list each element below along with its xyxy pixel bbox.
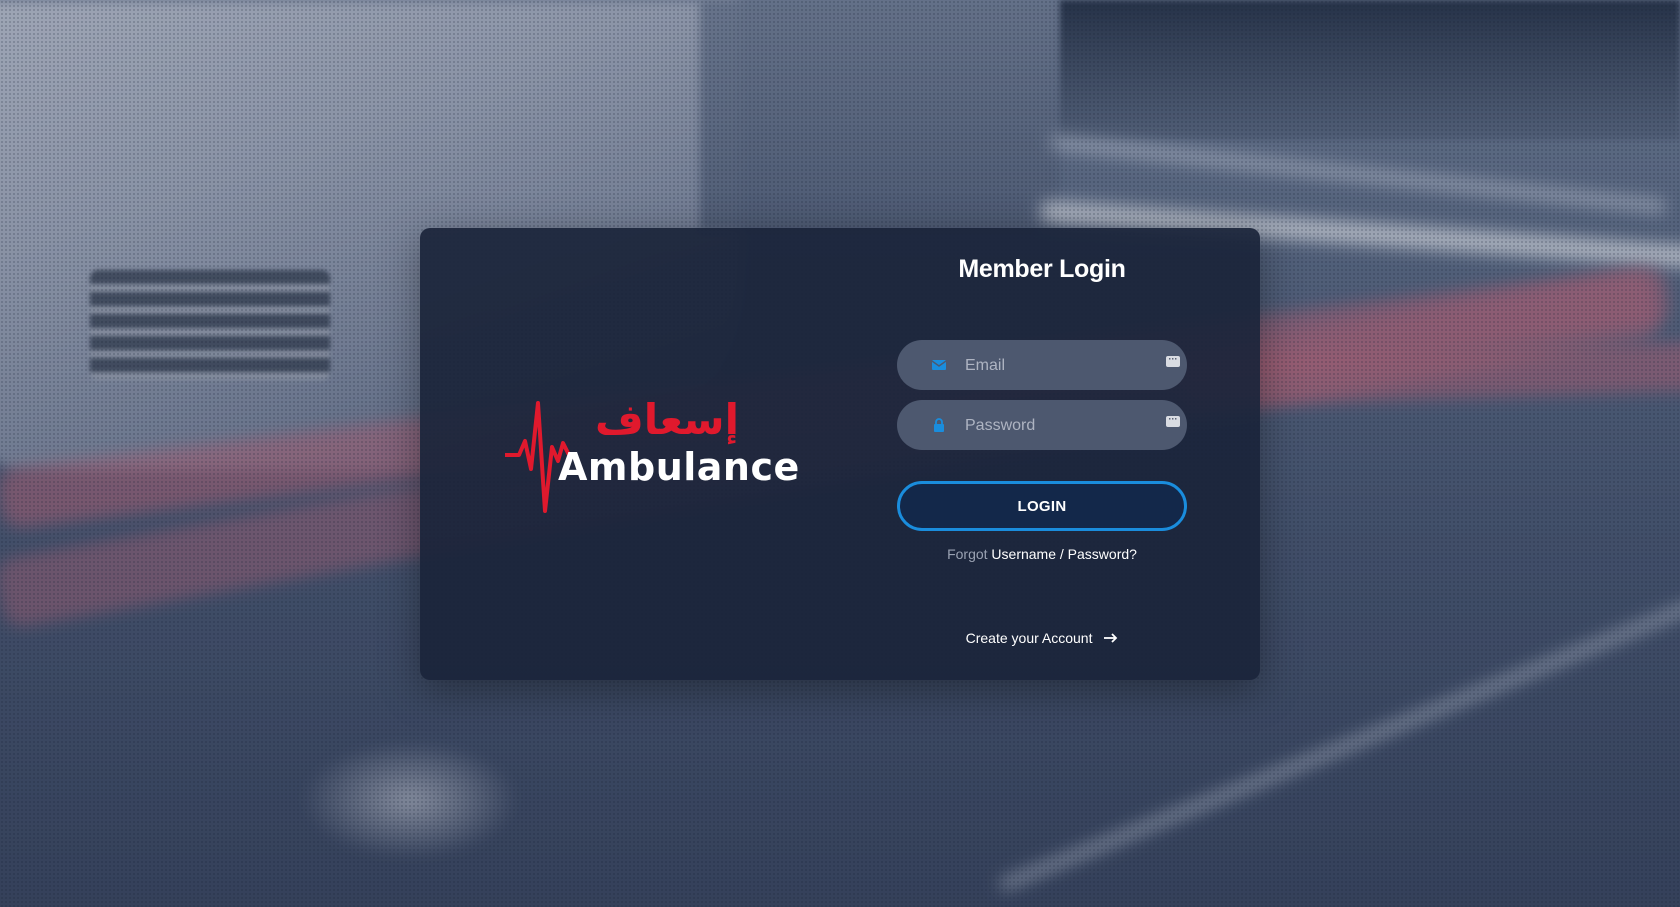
email-input[interactable] — [963, 350, 1147, 382]
lock-icon — [934, 418, 944, 432]
forgot-credentials: Forgot Username / Password? — [897, 546, 1187, 562]
more-dots-icon: ··· — [1166, 415, 1180, 427]
create-account-label: Create your Account — [965, 630, 1093, 646]
forgot-link[interactable]: Username / Password? — [991, 546, 1137, 562]
create-account-link[interactable]: Create your Account — [966, 630, 1119, 646]
password-field[interactable]: ··· — [897, 400, 1187, 450]
envelope-icon — [931, 360, 947, 370]
forgot-prefix: Forgot — [947, 546, 988, 562]
more-dots-icon: ··· — [1166, 355, 1180, 367]
brand-logo: إسعاف Ambulance — [505, 383, 805, 523]
brand-name: Ambulance — [558, 445, 800, 489]
brand-name-arabic: إسعاف — [595, 395, 739, 444]
arrow-right-icon — [1104, 633, 1118, 643]
login-card: إسعاف Ambulance Member Login ··· ··· LOG… — [420, 228, 1260, 680]
login-form: Member Login ··· ··· LOGIN Forgot Userna… — [897, 228, 1187, 680]
create-account: Create your Account — [897, 630, 1187, 646]
email-field[interactable]: ··· — [897, 340, 1187, 390]
password-input[interactable] — [963, 410, 1147, 442]
login-button[interactable]: LOGIN — [897, 481, 1187, 531]
form-title: Member Login — [958, 255, 1126, 283]
